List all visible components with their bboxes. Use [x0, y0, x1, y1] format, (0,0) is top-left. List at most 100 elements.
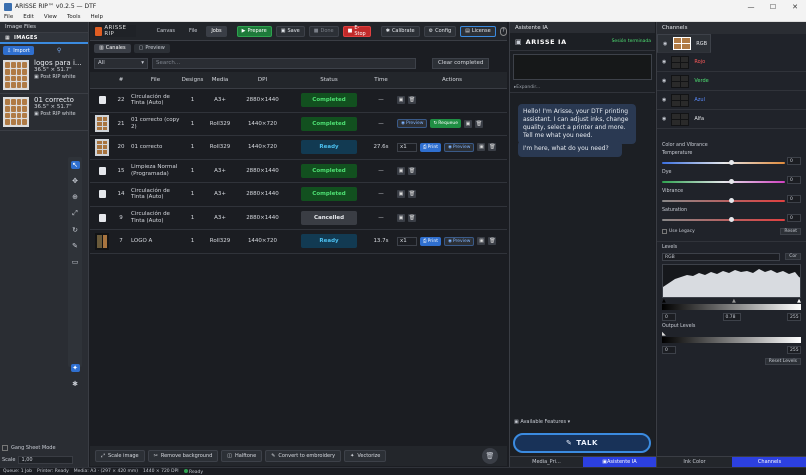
channel-azul[interactable]: ◉ Azul — [657, 91, 806, 110]
table-row[interactable]: 7 LOGO A 1 Roll329 1440×720 Ready 13.7s … — [90, 230, 507, 254]
close-icon[interactable]: ✕ — [784, 0, 806, 13]
minimize-icon[interactable]: — — [740, 0, 762, 13]
gamma-handle[interactable]: ▲ — [732, 298, 736, 304]
clear-completed-button[interactable]: Clear completed — [432, 57, 490, 69]
legacy-toggle[interactable]: Use Legacy — [662, 229, 695, 234]
search-icon[interactable]: ⚲ — [57, 47, 61, 54]
vectorize-button[interactable]: ✦ Vectorize — [344, 450, 387, 462]
convert-embroidery-button[interactable]: ✎ Convert to embroidery — [265, 450, 342, 462]
delete-icon[interactable]: 🗑 — [408, 213, 416, 222]
preview-button[interactable]: ◉ Preview — [443, 142, 475, 152]
rotate-tool-icon[interactable]: ↻ — [71, 226, 80, 234]
brush-tool-icon[interactable]: ✎ — [71, 242, 80, 250]
input-black-value[interactable]: 0 — [662, 313, 676, 321]
estop-button[interactable]: ■ E-Stop — [342, 25, 371, 37]
license-button[interactable]: ▤ License — [460, 25, 496, 37]
tab-preview[interactable]: ▢ Preview — [133, 43, 170, 53]
job-search-input[interactable]: Search... — [152, 57, 416, 69]
tab-file[interactable]: File — [184, 26, 202, 37]
zoom-tool-icon[interactable]: ⊕ — [71, 193, 80, 201]
requeue-button[interactable]: ↻ Requeue — [430, 119, 462, 129]
available-features-toggle[interactable]: ▣ Available Features ▾ — [514, 419, 570, 425]
menu-edit[interactable]: Edit — [23, 14, 34, 20]
input-white-value[interactable]: 255 — [787, 313, 801, 321]
delete-icon[interactable]: 🗑 — [475, 119, 484, 128]
reset-levels-button[interactable]: Reset Levels — [764, 358, 801, 365]
tab-media-printer[interactable]: Media_Pri... — [510, 456, 583, 467]
config-button[interactable]: ⚙ Config — [423, 25, 457, 37]
menu-file[interactable]: File — [4, 14, 13, 20]
vibrance-value[interactable]: 0 — [787, 195, 801, 203]
scale-input[interactable]: 1,00 — [18, 455, 74, 464]
channel-rgb[interactable]: ◉ RGB — [657, 34, 711, 53]
tab-asistente-ia[interactable]: ▣ Asistente IA — [583, 456, 656, 467]
resize-tool-icon[interactable]: ⤢ — [71, 209, 80, 218]
dye-value[interactable]: 0 — [787, 176, 801, 184]
maximize-icon[interactable]: ☐ — [762, 0, 784, 13]
channel-verde[interactable]: ◉ Verde — [657, 72, 806, 91]
settings-tool-icon[interactable]: ✱ — [71, 380, 80, 388]
cor-button[interactable]: Cor — [785, 253, 801, 260]
info-icon[interactable]: ▣ — [397, 213, 405, 222]
eye-icon[interactable]: ◉ — [663, 41, 667, 47]
dye-slider[interactable]: 0 — [662, 176, 801, 184]
temperature-slider[interactable]: 0 — [662, 157, 801, 165]
help-icon[interactable]: ? — [499, 26, 507, 36]
copies-input[interactable]: x1 — [397, 142, 417, 152]
assistant-input-area[interactable] — [513, 54, 652, 80]
table-row[interactable]: 15 Limpieza Normal (Programada) 1 A3+ 28… — [90, 160, 507, 183]
legacy-checkbox[interactable] — [662, 229, 667, 234]
prepare-button[interactable]: ▶ Prepare — [236, 25, 272, 37]
move-tool-icon[interactable]: ✥ — [71, 177, 80, 185]
import-button[interactable]: ⇩ Import — [3, 46, 34, 55]
talk-button[interactable]: ✎ TALK — [513, 433, 651, 453]
tab-canvas[interactable]: Canvas — [152, 26, 180, 37]
ai-tool-icon[interactable]: ✦ — [70, 364, 80, 372]
preview-button[interactable]: ◉ Preview — [397, 119, 428, 129]
channel-alfa[interactable]: ◉ Alfa — [657, 110, 806, 129]
status-filter-select[interactable]: All ▾ — [94, 57, 148, 69]
tab-images[interactable]: ▦ IMAGES — [0, 33, 88, 44]
remove-background-button[interactable]: ✂ Remove background — [147, 450, 219, 462]
eye-icon[interactable]: ◉ — [662, 97, 666, 103]
vibrance-slider[interactable]: 0 — [662, 195, 801, 203]
levels-channel-select[interactable]: RGB — [662, 253, 780, 261]
saturation-slider[interactable]: 0 — [662, 214, 801, 222]
saturation-value[interactable]: 0 — [787, 214, 801, 222]
scale-image-button[interactable]: ⤢ Scale image — [95, 450, 145, 462]
output-black-handle[interactable]: ◣ — [662, 331, 666, 337]
table-row[interactable]: 14 Circulación de Tinta (Auto) 1 A3+ 288… — [90, 183, 507, 207]
table-row[interactable]: 20 01 correcto 1 Roll329 1440×720 Ready … — [90, 136, 507, 160]
info-icon[interactable]: ▣ — [477, 237, 486, 246]
output-white-value[interactable]: 255 — [787, 346, 801, 354]
white-point-handle[interactable]: ▲ — [797, 298, 801, 304]
halftone-button[interactable]: ◫ Halftone — [221, 450, 263, 462]
info-icon[interactable]: ▣ — [397, 166, 405, 175]
info-icon[interactable]: ▣ — [397, 190, 405, 199]
eye-icon[interactable]: ◉ — [662, 78, 666, 84]
table-row[interactable]: 9 Circulación de Tinta (Auto) 1 A3+ 2880… — [90, 207, 507, 230]
delete-icon[interactable]: 🗑 — [408, 96, 416, 105]
image-item[interactable]: 01 correcto 36.5" × 51.7" ▣ Post RIP whi… — [0, 94, 88, 131]
table-row[interactable]: 21 01 correcto (copy 2) 1 Roll329 1440×7… — [90, 113, 507, 136]
trash-icon[interactable]: 🗑 — [482, 448, 498, 464]
channel-rojo[interactable]: ◉ Rojo — [657, 53, 806, 72]
done-button[interactable]: ■ Done — [308, 25, 339, 37]
gang-checkbox[interactable] — [2, 444, 8, 451]
reset-color-button[interactable]: Reset — [780, 228, 801, 235]
temperature-value[interactable]: 0 — [787, 157, 801, 165]
preview-button[interactable]: ◉ Preview — [443, 236, 475, 246]
delete-icon[interactable]: 🗑 — [408, 166, 416, 175]
info-icon[interactable]: ▣ — [477, 143, 486, 152]
save-button[interactable]: ▣ Save — [275, 25, 305, 37]
delete-icon[interactable]: 🗑 — [488, 237, 497, 246]
menu-tools[interactable]: Tools — [67, 14, 81, 20]
eye-icon[interactable]: ◉ — [662, 116, 666, 122]
info-icon[interactable]: ▣ — [464, 119, 473, 128]
info-icon[interactable]: ▣ — [397, 96, 405, 105]
menu-help[interactable]: Help — [91, 14, 104, 20]
input-gamma-value[interactable]: 0.78 — [722, 313, 741, 321]
print-button[interactable]: ⎙ Print — [420, 142, 441, 152]
expand-toggle[interactable]: ▸ Expandir... — [510, 83, 655, 93]
tab-canales[interactable]: ▥ Canales — [94, 43, 131, 53]
